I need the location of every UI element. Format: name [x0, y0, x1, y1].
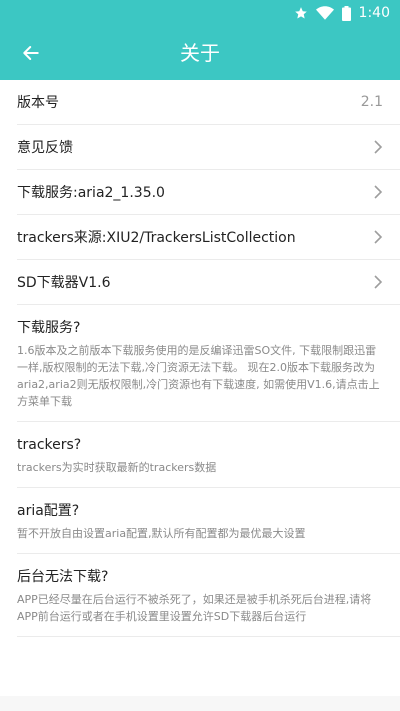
faq-body: APP已经尽量在后台运行不被杀死了，如果还是被手机杀死后台进程,请将APP前台运…	[17, 593, 372, 623]
faq-item-trackers: trackers? trackers为实时获取最新的trackers数据	[17, 422, 400, 488]
faq-title: trackers?	[17, 437, 82, 453]
trackers-source-row[interactable]: trackers来源:XIU2/TrackersListCollection	[17, 215, 400, 260]
version-label: 版本号	[17, 95, 59, 111]
faq-title: 下载服务?	[17, 320, 81, 336]
faq-body: 暂不开放自由设置aria配置,默认所有配置都为最优最大设置	[17, 527, 306, 540]
download-service-label: 下载服务:aria2_1.35.0	[17, 185, 165, 201]
faq-title: 后台无法下载?	[17, 569, 109, 585]
battery-icon	[341, 5, 351, 21]
version-value: 2.1	[360, 94, 383, 110]
bottom-area	[0, 696, 400, 711]
status-bar: 1:40	[0, 0, 400, 26]
faq-body: trackers为实时获取最新的trackers数据	[17, 461, 217, 474]
about-content: 版本号 2.1 意见反馈 下载服务:aria2_1.35.0 trackers来…	[0, 80, 400, 696]
trackers-source-label: trackers来源:XIU2/TrackersListCollection	[17, 230, 296, 246]
chevron-right-icon	[374, 230, 383, 244]
feedback-row[interactable]: 意见反馈	[17, 125, 400, 170]
faq-item-download-service: 下载服务? 1.6版本及之前版本下载服务使用的是反编译迅雷SO文件, 下载限制跟…	[17, 305, 400, 422]
faq-item-background-download: 后台无法下载? APP已经尽量在后台运行不被杀死了，如果还是被手机杀死后台进程,…	[17, 554, 400, 637]
wifi-icon	[315, 6, 334, 20]
faq-body: 1.6版本及之前版本下载服务使用的是反编译迅雷SO文件, 下载限制跟迅雷一样,版…	[17, 344, 380, 408]
chevron-right-icon	[374, 140, 383, 154]
chevron-right-icon	[374, 185, 383, 199]
status-time: 1:40	[358, 5, 390, 21]
version-row: 版本号 2.1	[17, 80, 400, 125]
sd-downloader-row[interactable]: SD下载器V1.6	[17, 260, 400, 305]
star-icon	[294, 7, 307, 19]
faq-title: aria配置?	[17, 503, 80, 519]
chevron-right-icon	[374, 275, 383, 289]
feedback-label: 意见反馈	[17, 140, 73, 156]
page-title: 关于	[180, 41, 220, 65]
faq-item-aria-config: aria配置? 暂不开放自由设置aria配置,默认所有配置都为最优最大设置	[17, 488, 400, 554]
app-bar: 关于	[0, 26, 400, 80]
status-icons: 1:40	[294, 3, 390, 23]
download-service-row[interactable]: 下载服务:aria2_1.35.0	[17, 170, 400, 215]
sd-downloader-label: SD下载器V1.6	[17, 275, 111, 291]
